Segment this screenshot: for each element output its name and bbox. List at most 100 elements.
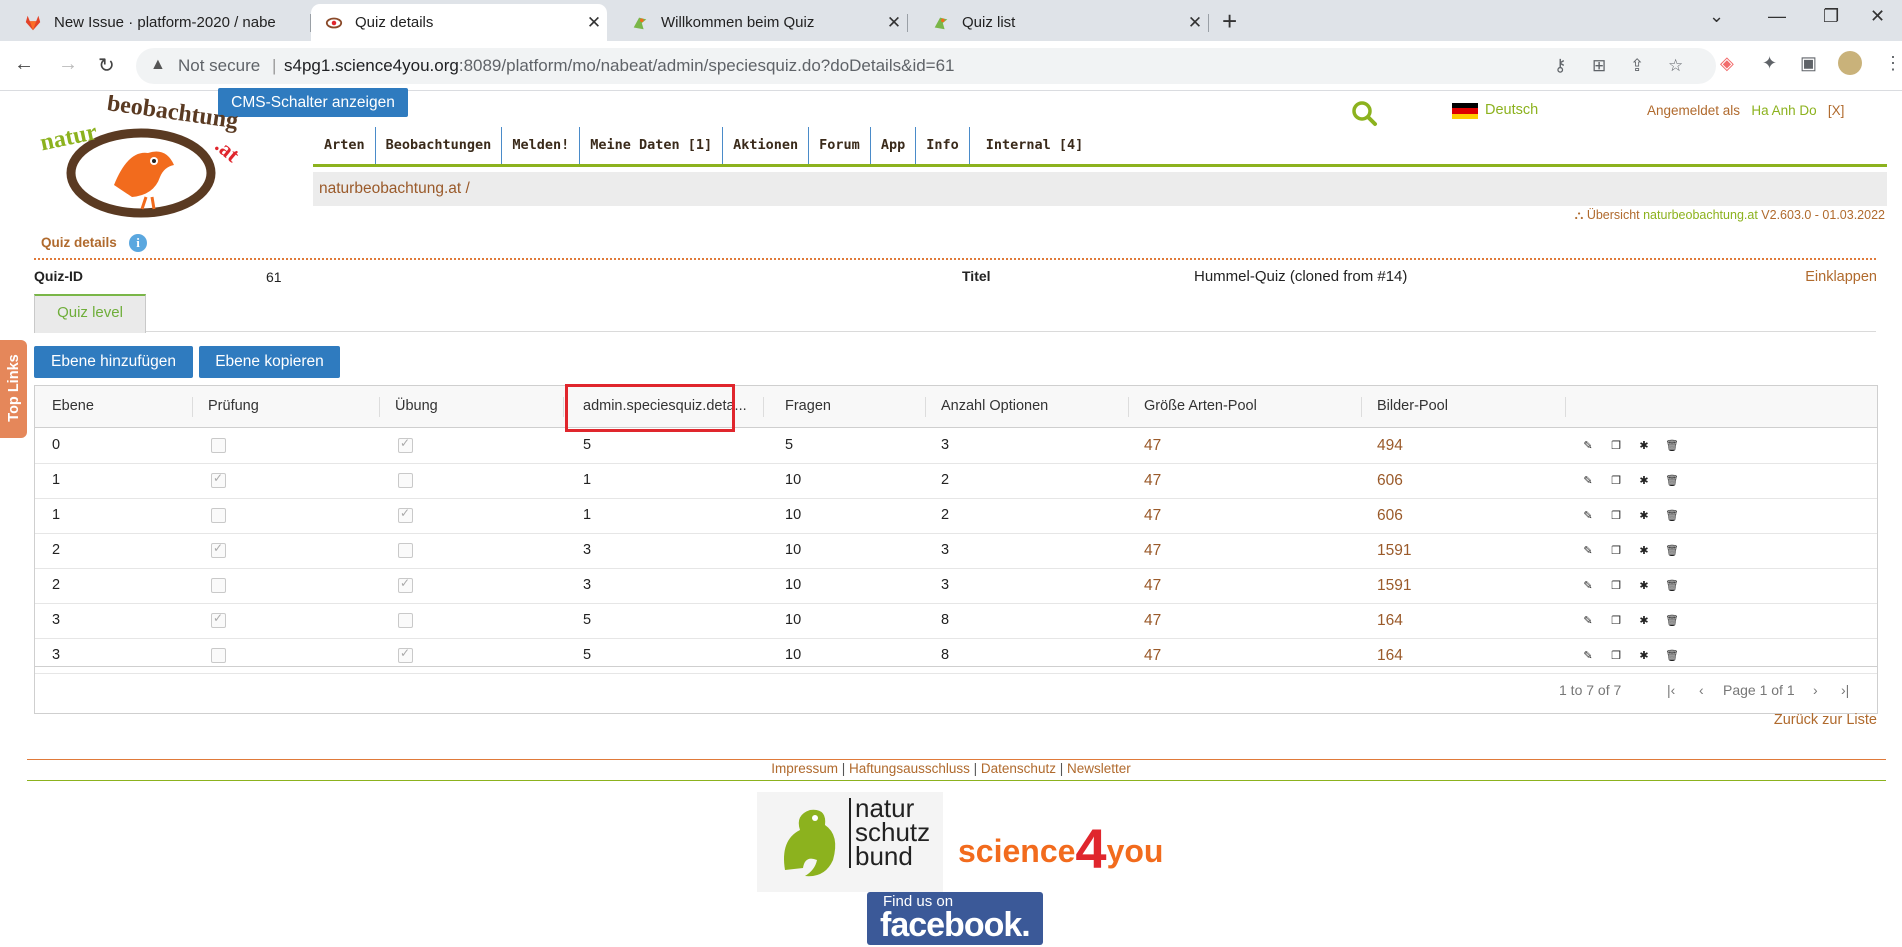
- copy-icon[interactable]: ❐: [1609, 544, 1623, 558]
- forward-icon[interactable]: →: [58, 53, 78, 76]
- checkbox-pruefung[interactable]: [211, 541, 226, 558]
- nav-app[interactable]: App: [871, 127, 917, 164]
- column-header-arten-pool[interactable]: Größe Arten-Pool: [1144, 386, 1257, 427]
- trash-icon[interactable]: 🗑: [1665, 439, 1679, 453]
- german-flag-icon[interactable]: [1452, 103, 1478, 119]
- checkbox-uebung[interactable]: [398, 646, 413, 663]
- prev-page-icon[interactable]: ‹: [1699, 682, 1704, 698]
- checkbox-pruefung[interactable]: [211, 508, 226, 523]
- footer-link-haftungsausschluss[interactable]: Haftungsausschluss: [849, 761, 970, 776]
- browser-tab-willkommen[interactable]: Willkommen beim Quiz ✕: [607, 4, 907, 41]
- side-panel-icon[interactable]: ▣: [1800, 53, 1817, 74]
- browser-tab-gitlab[interactable]: New Issue · platform-2020 / nabe: [0, 4, 310, 41]
- cell-bilder-pool[interactable]: 606: [1377, 463, 1403, 498]
- copy-level-button[interactable]: Ebene kopieren: [199, 346, 340, 378]
- logout-link[interactable]: [X]: [1828, 103, 1845, 118]
- nav-internal[interactable]: Internal [4]: [970, 127, 1094, 164]
- table-row[interactable]: 2 3 10 3 47 1591 ✎ ❐ ✱ 🗑: [35, 568, 1877, 604]
- next-page-icon[interactable]: ›: [1813, 682, 1818, 698]
- copy-icon[interactable]: ❐: [1609, 649, 1623, 663]
- restore-icon[interactable]: ❐: [1823, 6, 1839, 27]
- cell-bilder-pool[interactable]: 164: [1377, 603, 1403, 638]
- nav-meine-daten[interactable]: Meine Daten [1]: [580, 127, 724, 164]
- copy-icon[interactable]: ❐: [1609, 614, 1623, 628]
- copy-icon[interactable]: ❐: [1609, 439, 1623, 453]
- checkbox-uebung[interactable]: [398, 576, 413, 593]
- column-header-fragen[interactable]: Fragen: [785, 386, 831, 427]
- science4you-logo[interactable]: science4you: [958, 810, 1163, 880]
- minimize-icon[interactable]: —: [1768, 6, 1786, 27]
- table-row[interactable]: 1 1 10 2 47 606 ✎ ❐ ✱ 🗑: [35, 463, 1877, 499]
- naturschutzbund-logo[interactable]: natur schutz bund: [757, 792, 943, 892]
- checkbox-uebung[interactable]: [398, 613, 413, 628]
- naturbeobachtung-logo[interactable]: natur beobachtung .at: [36, 95, 246, 220]
- user-link[interactable]: Ha Anh Do: [1751, 103, 1816, 118]
- browser-tab-quiz-list[interactable]: Quiz list ✕: [908, 4, 1208, 41]
- footer-link-newsletter[interactable]: Newsletter: [1067, 761, 1131, 776]
- search-icon[interactable]: [1350, 99, 1378, 127]
- new-tab-icon[interactable]: +: [1222, 6, 1237, 37]
- bug-icon[interactable]: ✱: [1637, 509, 1651, 523]
- cell-arten-pool[interactable]: 47: [1144, 568, 1161, 603]
- first-page-icon[interactable]: |‹: [1667, 682, 1675, 698]
- checkbox-uebung[interactable]: [398, 473, 413, 488]
- extension-icon[interactable]: ◈: [1720, 53, 1734, 74]
- trash-icon[interactable]: 🗑: [1665, 509, 1679, 523]
- cell-arten-pool[interactable]: 47: [1144, 498, 1161, 533]
- column-header-bilder-pool[interactable]: Bilder-Pool: [1377, 386, 1448, 427]
- language-selector[interactable]: Deutsch: [1485, 102, 1538, 118]
- edit-icon[interactable]: ✎: [1581, 509, 1595, 523]
- add-level-button[interactable]: Ebene hinzufügen: [34, 346, 193, 378]
- cell-arten-pool[interactable]: 47: [1144, 603, 1161, 638]
- close-tab-icon[interactable]: ✕: [581, 13, 607, 33]
- sitemap-icon[interactable]: ⛬: [1575, 208, 1584, 222]
- bug-icon[interactable]: ✱: [1637, 579, 1651, 593]
- checkbox-uebung[interactable]: [398, 436, 413, 453]
- edit-icon[interactable]: ✎: [1581, 474, 1595, 488]
- checkbox-uebung[interactable]: [398, 543, 413, 558]
- collapse-link[interactable]: Einklappen: [1805, 269, 1877, 285]
- checkbox-pruefung[interactable]: [211, 578, 226, 593]
- column-header-anzahl-optionen[interactable]: Anzahl Optionen: [941, 386, 1048, 427]
- edit-icon[interactable]: ✎: [1581, 439, 1595, 453]
- checkbox-pruefung[interactable]: [211, 648, 226, 663]
- nav-info[interactable]: Info: [916, 127, 970, 164]
- cell-arten-pool[interactable]: 47: [1144, 463, 1161, 498]
- trash-icon[interactable]: 🗑: [1665, 474, 1679, 488]
- trash-icon[interactable]: 🗑: [1665, 579, 1679, 593]
- close-tab-icon[interactable]: ✕: [1182, 13, 1208, 33]
- checkbox-pruefung[interactable]: [211, 471, 226, 488]
- avatar[interactable]: [1838, 51, 1862, 75]
- cell-arten-pool[interactable]: 47: [1144, 428, 1161, 463]
- edit-icon[interactable]: ✎: [1581, 649, 1595, 663]
- column-header-uebung[interactable]: Übung: [395, 386, 438, 427]
- table-row[interactable]: 3 5 10 8 47 164 ✎ ❐ ✱ 🗑: [35, 603, 1877, 639]
- url-text[interactable]: s4pg1.science4you.org:8089/platform/mo/n…: [284, 56, 955, 76]
- footer-link-datenschutz[interactable]: Datenschutz: [981, 761, 1056, 776]
- reload-icon[interactable]: ↻: [98, 53, 115, 78]
- bug-icon[interactable]: ✱: [1637, 649, 1651, 663]
- cell-bilder-pool[interactable]: 494: [1377, 428, 1403, 463]
- checkbox-pruefung[interactable]: [211, 438, 226, 453]
- nav-beobachtungen[interactable]: Beobachtungen: [376, 127, 503, 164]
- close-tab-icon[interactable]: ✕: [881, 13, 907, 33]
- bookmark-star-icon[interactable]: ☆: [1668, 56, 1683, 76]
- last-page-icon[interactable]: ›|: [1841, 682, 1849, 698]
- cell-arten-pool[interactable]: 47: [1144, 533, 1161, 568]
- warning-icon[interactable]: ▲: [150, 56, 166, 74]
- translate-icon[interactable]: ⊞: [1592, 56, 1606, 76]
- trash-icon[interactable]: 🗑: [1665, 649, 1679, 663]
- facebook-button[interactable]: Find us on facebook.: [867, 892, 1043, 945]
- back-icon[interactable]: ←: [14, 53, 34, 76]
- footer-link-impressum[interactable]: Impressum: [771, 761, 838, 776]
- table-row[interactable]: 0 5 5 3 47 494 ✎ ❐ ✱ 🗑: [35, 428, 1877, 464]
- table-row[interactable]: 2 3 10 3 47 1591 ✎ ❐ ✱ 🗑: [35, 533, 1877, 569]
- nav-arten[interactable]: Arten: [314, 127, 376, 164]
- edit-icon[interactable]: ✎: [1581, 614, 1595, 628]
- bug-icon[interactable]: ✱: [1637, 614, 1651, 628]
- tab-search-icon[interactable]: ⌄: [1709, 6, 1724, 27]
- browser-tab-quiz-details[interactable]: Quiz details ✕: [311, 4, 607, 41]
- tab-quiz-level[interactable]: Quiz level: [34, 294, 146, 333]
- column-header-pruefung[interactable]: Prüfung: [208, 386, 259, 427]
- security-label[interactable]: Not secure: [178, 56, 260, 76]
